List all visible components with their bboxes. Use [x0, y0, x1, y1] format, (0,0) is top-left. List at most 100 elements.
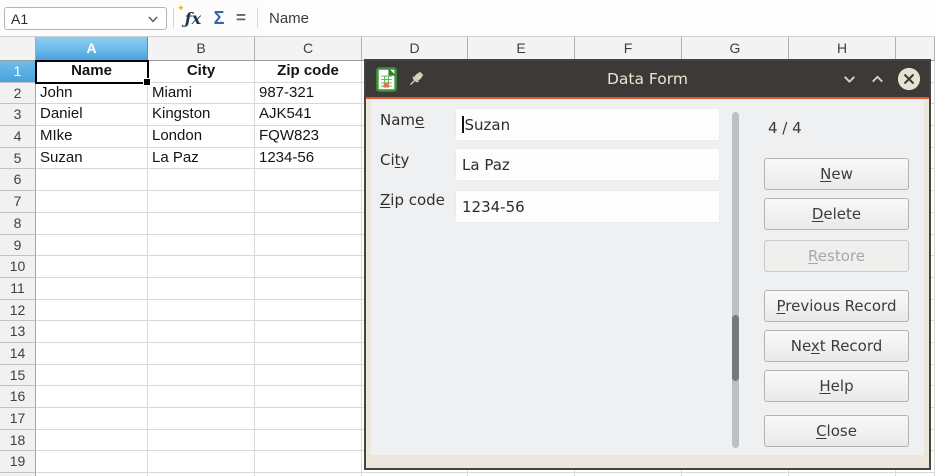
- new-button[interactable]: New: [764, 158, 909, 190]
- cell-A14[interactable]: [36, 343, 148, 365]
- cell-C6[interactable]: [255, 169, 362, 191]
- cell-B18[interactable]: [148, 430, 255, 452]
- cell-A2[interactable]: John: [36, 83, 148, 105]
- cell-A5[interactable]: Suzan: [36, 148, 148, 170]
- row-header-18[interactable]: 18: [0, 430, 36, 452]
- cell-A12[interactable]: [36, 300, 148, 322]
- close-window-button[interactable]: [897, 67, 921, 91]
- cell-A10[interactable]: [36, 256, 148, 278]
- row-header-3[interactable]: 3: [0, 104, 36, 126]
- cell-C1[interactable]: Zip code: [255, 61, 362, 83]
- cell-A16[interactable]: [36, 386, 148, 408]
- cell-B16[interactable]: [148, 386, 255, 408]
- dialog-scrollbar[interactable]: [732, 112, 739, 448]
- cell-A4[interactable]: MIke: [36, 126, 148, 148]
- zip-code-field[interactable]: 1234-56: [455, 190, 720, 223]
- cell-C3[interactable]: AJK541: [255, 104, 362, 126]
- cell-B6[interactable]: [148, 169, 255, 191]
- name-box[interactable]: A1: [4, 7, 167, 30]
- chevron-down-button[interactable]: [837, 67, 861, 91]
- row-header-16[interactable]: 16: [0, 386, 36, 408]
- previous-record-button[interactable]: Previous Record: [764, 290, 909, 322]
- cell-B12[interactable]: [148, 300, 255, 322]
- column-header-H[interactable]: H: [789, 37, 896, 61]
- row-header-14[interactable]: 14: [0, 343, 36, 365]
- column-header-E[interactable]: E: [468, 37, 575, 61]
- cell-A8[interactable]: [36, 213, 148, 235]
- cell-B17[interactable]: [148, 408, 255, 430]
- cell-B13[interactable]: [148, 321, 255, 343]
- cell-A1[interactable]: Name: [36, 61, 148, 83]
- cell-C11[interactable]: [255, 278, 362, 300]
- row-header-6[interactable]: 6: [0, 169, 36, 191]
- formula-input[interactable]: Name: [262, 0, 935, 36]
- cell-A7[interactable]: [36, 191, 148, 213]
- function-wizard-icon[interactable]: ✦ ƒx: [180, 5, 206, 31]
- cell-C7[interactable]: [255, 191, 362, 213]
- cell-B3[interactable]: Kingston: [148, 104, 255, 126]
- cell-C2[interactable]: 987-321: [255, 83, 362, 105]
- cell-A19[interactable]: [36, 451, 148, 473]
- pin-icon[interactable]: [406, 69, 426, 89]
- cell-B9[interactable]: [148, 235, 255, 257]
- cell-A13[interactable]: [36, 321, 148, 343]
- cell-B15[interactable]: [148, 365, 255, 387]
- row-header-4[interactable]: 4: [0, 126, 36, 148]
- cell-C18[interactable]: [255, 430, 362, 452]
- cell-B5[interactable]: La Paz: [148, 148, 255, 170]
- chevron-down-icon[interactable]: [146, 12, 160, 26]
- cell-B11[interactable]: [148, 278, 255, 300]
- delete-button[interactable]: Delete: [764, 198, 909, 230]
- cell-A9[interactable]: [36, 235, 148, 257]
- close-button[interactable]: Close: [764, 415, 909, 447]
- cell-C12[interactable]: [255, 300, 362, 322]
- column-header-extra[interactable]: [896, 37, 935, 61]
- cell-C15[interactable]: [255, 365, 362, 387]
- cell-C13[interactable]: [255, 321, 362, 343]
- row-header-10[interactable]: 10: [0, 256, 36, 278]
- cell-C9[interactable]: [255, 235, 362, 257]
- row-header-11[interactable]: 11: [0, 278, 36, 300]
- column-header-F[interactable]: F: [575, 37, 682, 61]
- cell-C5[interactable]: 1234-56: [255, 148, 362, 170]
- cell-B7[interactable]: [148, 191, 255, 213]
- cell-A3[interactable]: Daniel: [36, 104, 148, 126]
- row-header-8[interactable]: 8: [0, 213, 36, 235]
- column-header-B[interactable]: B: [148, 37, 255, 61]
- cell-C14[interactable]: [255, 343, 362, 365]
- cell-B8[interactable]: [148, 213, 255, 235]
- scrollbar-thumb[interactable]: [732, 315, 739, 381]
- select-all-corner[interactable]: [0, 37, 36, 61]
- row-header-2[interactable]: 2: [0, 83, 36, 105]
- cell-B10[interactable]: [148, 256, 255, 278]
- column-header-C[interactable]: C: [255, 37, 362, 61]
- cell-C10[interactable]: [255, 256, 362, 278]
- cell-B19[interactable]: [148, 451, 255, 473]
- cell-A15[interactable]: [36, 365, 148, 387]
- help-button[interactable]: Help: [764, 370, 909, 402]
- cell-B1[interactable]: City: [148, 61, 255, 83]
- cell-B4[interactable]: London: [148, 126, 255, 148]
- row-header-12[interactable]: 12: [0, 300, 36, 322]
- row-header-1[interactable]: 1: [0, 61, 36, 83]
- city-field[interactable]: La Paz: [455, 148, 720, 181]
- row-header-7[interactable]: 7: [0, 191, 36, 213]
- row-header-15[interactable]: 15: [0, 365, 36, 387]
- row-header-9[interactable]: 9: [0, 235, 36, 257]
- cell-B14[interactable]: [148, 343, 255, 365]
- next-record-button[interactable]: Next Record: [764, 330, 909, 362]
- column-header-D[interactable]: D: [362, 37, 468, 61]
- column-header-A[interactable]: A: [36, 37, 148, 61]
- row-header-17[interactable]: 17: [0, 408, 36, 430]
- cell-A18[interactable]: [36, 430, 148, 452]
- cell-C4[interactable]: FQW823: [255, 126, 362, 148]
- column-header-G[interactable]: G: [682, 37, 789, 61]
- row-header-5[interactable]: 5: [0, 148, 36, 170]
- cell-A17[interactable]: [36, 408, 148, 430]
- dialog-titlebar[interactable]: Data Form: [366, 61, 929, 97]
- row-header-13[interactable]: 13: [0, 321, 36, 343]
- cell-C17[interactable]: [255, 408, 362, 430]
- select-function-sum-icon[interactable]: Σ: [206, 5, 232, 31]
- cell-C19[interactable]: [255, 451, 362, 473]
- cell-C16[interactable]: [255, 386, 362, 408]
